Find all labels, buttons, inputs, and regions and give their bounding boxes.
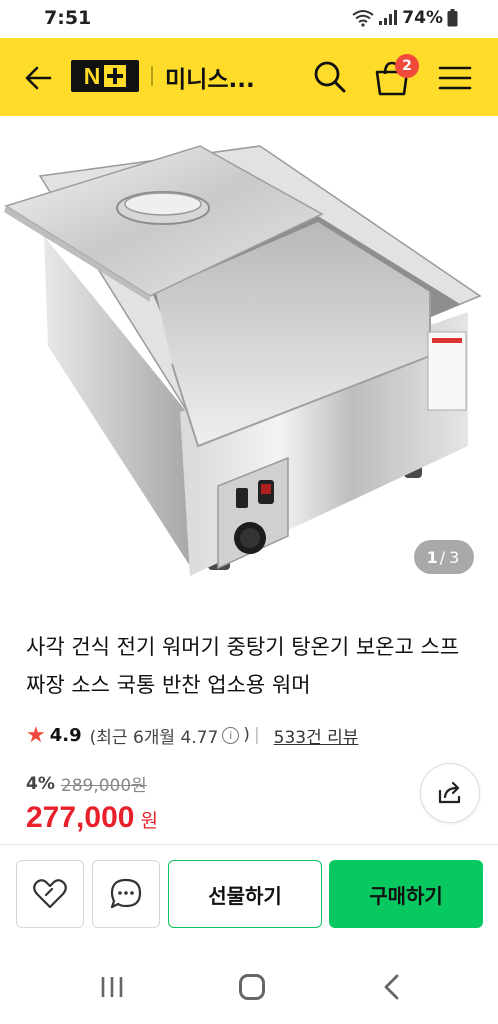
talktalk-chat-button[interactable] [92, 860, 160, 928]
app-header: N 미니스... 2 [0, 38, 498, 116]
system-back-icon[interactable] [380, 974, 404, 1000]
chat-bubble-icon [110, 878, 142, 909]
info-icon[interactable]: i [222, 726, 240, 744]
battery-icon [447, 9, 458, 27]
hamburger-menu-icon[interactable] [435, 58, 475, 98]
header-divider [151, 66, 153, 86]
bottom-action-bar: 선물하기 구매하기 [0, 844, 498, 944]
wifi-icon [352, 10, 374, 27]
share-icon [438, 781, 461, 804]
buy-button[interactable]: 구매하기 [329, 860, 483, 928]
product-image[interactable] [0, 116, 498, 610]
search-icon[interactable] [309, 56, 351, 98]
price-row: 277,000 원 [26, 801, 158, 835]
image-total-count: 3 [449, 547, 460, 567]
image-page-counter: 1 / 3 [414, 540, 474, 574]
system-navigation-bar [0, 944, 498, 1024]
gift-button[interactable]: 선물하기 [168, 860, 322, 928]
share-button[interactable] [420, 763, 480, 823]
plus-icon [104, 65, 127, 87]
recent-apps-icon[interactable] [99, 976, 125, 998]
rating-recent: (최근 6개월 4.77 [89, 727, 219, 748]
back-arrow-icon[interactable] [20, 58, 60, 98]
status-icons: 74% [352, 8, 458, 28]
review-count-link[interactable]: 533건 리뷰 [274, 723, 359, 748]
image-current-index: 1 [426, 547, 438, 567]
store-title[interactable]: 미니스... [165, 60, 255, 94]
food-warmer-illustration [4, 145, 482, 576]
cart-count-badge: 2 [395, 54, 419, 78]
naver-plus-logo[interactable]: N [71, 60, 139, 92]
image-counter-separator: / [439, 547, 446, 567]
star-icon: ★ [26, 722, 46, 748]
heart-icon [33, 879, 67, 909]
sale-price: 277,000 [26, 801, 135, 834]
discount-row: 4% 289,000원 [26, 771, 147, 797]
battery-percent: 74% [402, 8, 443, 28]
rating-row: ★ 4.9 (최근 6개월 4.77 i ) | 533건 리뷰 [26, 722, 358, 748]
status-time: 7:51 [44, 7, 92, 29]
original-price: 289,000원 [60, 776, 147, 796]
status-bar: 7:51 74% [0, 0, 498, 38]
product-title: 사각 건식 전기 워머기 중탕기 탕온기 보온고 스프 짜장 소스 국통 반찬 … [26, 635, 460, 697]
signal-icon [379, 10, 398, 25]
price-unit: 원 [140, 810, 158, 832]
discount-rate: 4% [26, 773, 55, 794]
home-icon[interactable] [239, 974, 265, 1000]
rating-score: 4.9 [49, 724, 82, 746]
rating-separator: | [253, 725, 260, 745]
logo-letter: N [83, 62, 101, 89]
wishlist-button[interactable] [16, 860, 84, 928]
rating-close-paren: ) [243, 725, 250, 745]
